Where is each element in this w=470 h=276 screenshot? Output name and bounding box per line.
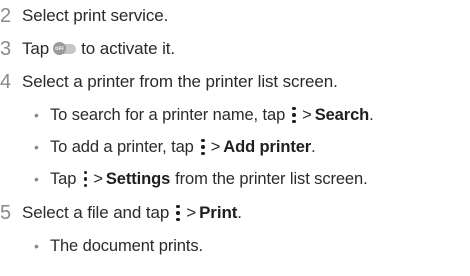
step-text-after: .: [237, 203, 242, 222]
step-number: 5: [0, 201, 12, 224]
toggle-knob-label: OFF: [53, 42, 67, 55]
more-options-icon: [198, 137, 208, 157]
sub-item-text-before: To add a printer, tap: [50, 137, 194, 156]
toggle-switch-icon: OFF: [53, 42, 77, 55]
more-options-icon: [80, 169, 90, 189]
menu-action-settings: Settings: [105, 169, 171, 188]
more-options-icon: [173, 203, 183, 223]
step-4: 4 Select a printer from the printer list…: [0, 66, 338, 98]
bullet: •: [34, 171, 39, 187]
sub-item-document-prints: • The document prints.: [34, 230, 203, 262]
sub-item-text-after: from the printer list screen.: [175, 169, 368, 188]
menu-action-search: Search: [314, 105, 370, 124]
sub-item-settings: • Tap > Settings from the printer list s…: [34, 163, 368, 195]
step-text: Select a printer from the printer list s…: [22, 72, 338, 91]
sub-item-text-after: .: [311, 137, 316, 156]
menu-action-print: Print: [199, 203, 238, 222]
bullet: •: [34, 107, 39, 123]
step-3: 3 Tap OFF to activate it.: [0, 33, 175, 65]
step-text: Select print service.: [22, 6, 169, 25]
sub-item-text: The document prints.: [50, 236, 203, 255]
step-number: 4: [0, 70, 12, 93]
step-text-before: Tap: [22, 39, 50, 58]
sub-item-search: • To search for a printer name, tap > Se…: [34, 99, 374, 131]
sub-item-text-after: .: [369, 105, 374, 124]
menu-action-add-printer: Add printer: [223, 137, 312, 156]
sub-item-text-before: Tap: [50, 169, 77, 188]
path-separator: >: [302, 105, 312, 124]
step-text-after: to activate it.: [81, 39, 176, 58]
sub-item-add-printer: • To add a printer, tap > Add printer .: [34, 131, 316, 163]
step-5: 5 Select a file and tap > Print .: [0, 197, 242, 229]
bullet: •: [34, 238, 39, 254]
path-separator: >: [186, 203, 197, 222]
step-number: 2: [0, 4, 12, 27]
path-separator: >: [210, 137, 221, 156]
instruction-list: 2 Select print service. 3 Tap OFF to act…: [0, 0, 470, 276]
step-text-before: Select a file and tap: [22, 203, 170, 222]
path-separator: >: [93, 169, 103, 188]
step-number: 3: [0, 37, 12, 60]
more-options-icon: [289, 105, 299, 125]
step-2: 2 Select print service.: [0, 0, 168, 32]
bullet: •: [34, 139, 39, 155]
sub-item-text-before: To search for a printer name, tap: [50, 105, 286, 124]
